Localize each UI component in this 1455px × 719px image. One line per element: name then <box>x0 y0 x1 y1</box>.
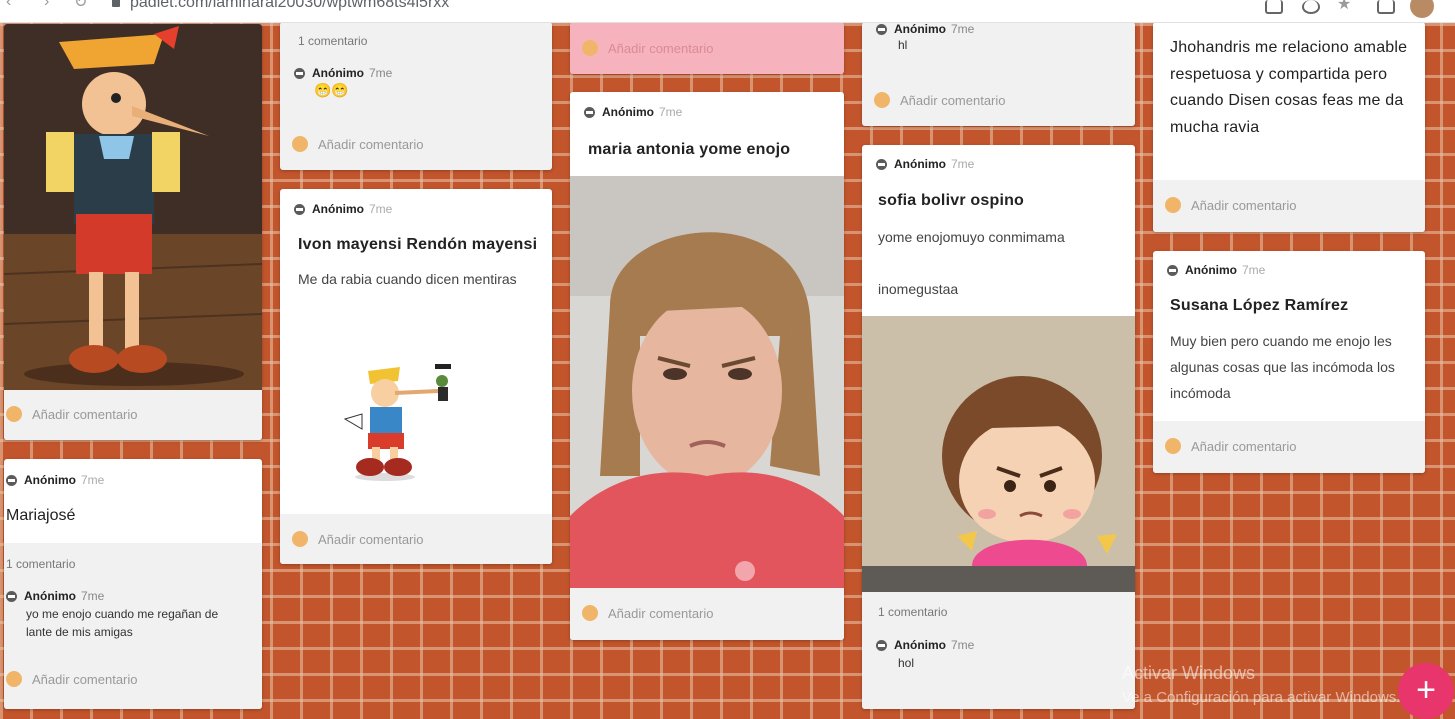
post-body-line-2: inomegustaa <box>878 281 959 297</box>
comment-avatar-icon <box>582 40 598 56</box>
post-body: Muy bien pero cuando me enojo les alguna… <box>1170 333 1395 401</box>
anonymous-user-icon <box>1167 264 1178 276</box>
post-card-sofia[interactable]: Anónimo 7me sofia bolivr ospino yome enoj… <box>862 145 1135 709</box>
comment-avatar-icon <box>582 605 598 621</box>
post-author: Anónimo 7me <box>1167 263 1265 277</box>
comment-avatar-icon <box>874 92 890 108</box>
comment-author: Anónimo 7me <box>6 589 104 603</box>
add-post-button[interactable]: + <box>1398 663 1454 719</box>
add-comment-button[interactable]: Añadir comentario <box>582 40 714 56</box>
anonymous-user-icon <box>6 474 17 486</box>
post-card-maria-antonia[interactable]: Anónimo 7me maria antonia yome enojo Añad… <box>570 92 844 640</box>
comment-text: yo me enojo cuando me regañan de lante d… <box>26 607 219 639</box>
post-card-pink[interactable]: Añadir comentario <box>570 22 844 74</box>
address-bar[interactable]: padlet.com/laminarai20030/wptwm68ts4i5rx… <box>112 0 449 12</box>
browser-toolbar: ‹ › ↻ padlet.com/laminarai20030/wptwm68t… <box>0 0 1455 23</box>
comment-text: hol <box>898 656 915 670</box>
post-card-mariajose[interactable]: Anónimo 7me Mariajosé 1 comentario Anónim… <box>4 459 262 709</box>
anonymous-user-icon <box>876 158 887 170</box>
avatar[interactable] <box>1410 0 1434 18</box>
post-card-comments-hl[interactable]: Anónimo 7me hl Añadir comentario <box>862 22 1135 126</box>
post-title: maria antonia yome enojo <box>588 141 791 158</box>
comment-count: 1 comentario <box>6 557 76 571</box>
profile-sync-icon[interactable] <box>1302 0 1320 14</box>
post-card-susana[interactable]: Anónimo 7me Susana López Ramírez Muy bien… <box>1153 251 1425 473</box>
post-title: sofia bolivr ospino <box>878 192 1025 209</box>
comment-avatar-icon <box>6 671 22 687</box>
comment-author: Anónimo 7me <box>294 66 392 80</box>
post-title: Jhohandris me relaciono amable respetuos… <box>1170 39 1408 136</box>
comment-text: 😁😁 <box>314 82 349 98</box>
post-body-line-1: yome enojomuyo conmimama <box>878 229 1065 245</box>
angry-girl-photo <box>570 176 844 588</box>
bookmark-star-icon[interactable]: ★ <box>1337 0 1351 14</box>
comment-author: Anónimo 7me <box>876 22 974 36</box>
angry-cartoon-girl-image <box>862 316 1135 592</box>
activation-watermark-title: Activar Windows <box>1122 663 1256 683</box>
post-card-jhohandris[interactable]: Jhohandris me relaciono amable respetuos… <box>1153 22 1425 232</box>
comment-count: 1 comentario <box>878 605 948 619</box>
pinocchio-image <box>4 24 262 390</box>
anonymous-user-icon <box>6 590 17 602</box>
add-comment-button[interactable]: Añadir comentario <box>292 136 424 152</box>
post-body: Me da rabia cuando dicen mentiras <box>298 271 517 287</box>
anonymous-user-icon <box>294 203 305 215</box>
comment-avatar-icon <box>1165 197 1181 213</box>
add-comment-button[interactable]: Añadir comentario <box>582 605 714 621</box>
comment-avatar-icon <box>292 136 308 152</box>
comment-author: Anónimo 7me <box>876 638 974 652</box>
reload-icon[interactable]: ↻ <box>74 0 87 12</box>
add-comment-button[interactable]: Añadir comentario <box>6 406 138 422</box>
post-author: Anónimo 7me <box>294 202 392 216</box>
extensions-icon[interactable] <box>1377 0 1395 14</box>
forward-icon[interactable]: › <box>44 0 49 11</box>
add-comment-button[interactable]: Añadir comentario <box>6 671 138 687</box>
add-comment-button[interactable]: Añadir comentario <box>292 531 424 547</box>
anonymous-user-icon <box>294 67 305 79</box>
activation-watermark-subtitle: Ve a Configuración para activar Windows. <box>1122 689 1401 706</box>
comment-count: 1 comentario <box>298 34 368 48</box>
post-author: Anónimo 7me <box>6 473 104 487</box>
add-comment-button[interactable]: Añadir comentario <box>1165 197 1297 213</box>
translate-icon[interactable] <box>1265 0 1283 14</box>
comment-avatar-icon <box>292 531 308 547</box>
add-comment-button[interactable]: Añadir comentario <box>1165 438 1297 454</box>
address-text: padlet.com/laminarai20030/wptwm68ts4i5rx… <box>130 0 450 11</box>
post-title: Susana López Ramírez <box>1170 297 1349 314</box>
lock-icon <box>112 0 120 7</box>
comment-text: hl <box>898 38 908 52</box>
post-card-pinocchio[interactable]: Añadir comentario <box>4 24 262 440</box>
back-icon[interactable]: ‹ <box>6 0 11 11</box>
pinocchio-cartoon-image <box>343 364 451 481</box>
comment-avatar-icon <box>1165 438 1181 454</box>
post-card-ivon[interactable]: Anónimo 7me Ivon mayensi Rendón mayensi M… <box>280 189 552 564</box>
post-author: Anónimo 7me <box>876 157 974 171</box>
anonymous-user-icon <box>876 639 887 651</box>
anonymous-user-icon <box>584 106 595 118</box>
comment-avatar-icon <box>6 406 22 422</box>
post-card-comments-top[interactable]: 1 comentario Anónimo 7me 😁😁 Añadir coment… <box>280 22 552 170</box>
plus-icon: + <box>1416 671 1436 709</box>
post-author: Anónimo 7me <box>584 105 682 119</box>
post-title: Ivon mayensi Rendón mayensi <box>298 236 538 253</box>
anonymous-user-icon <box>876 23 887 35</box>
add-comment-button[interactable]: Añadir comentario <box>874 92 1006 108</box>
post-title: Mariajosé <box>6 507 76 524</box>
